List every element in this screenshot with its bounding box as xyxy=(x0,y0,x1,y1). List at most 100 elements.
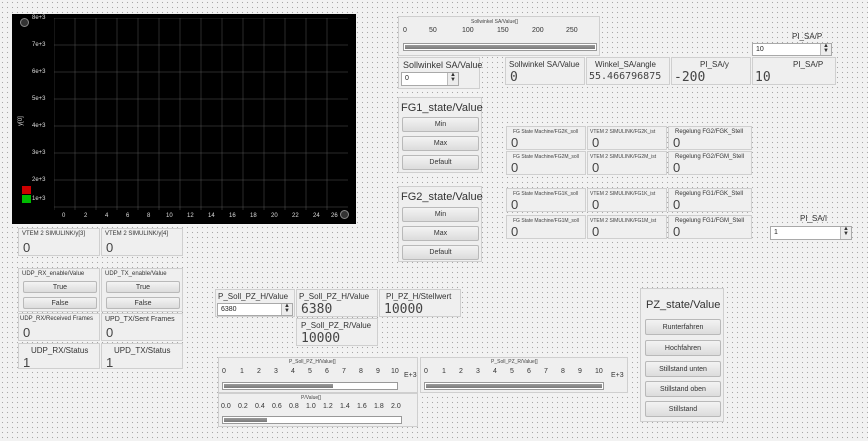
fg2-max-button[interactable]: Max xyxy=(402,226,479,241)
fg2-readout-1: FG State Machine/FG1K_soll 0 xyxy=(506,188,586,212)
readout-label: VTEM 2 SIMULINK/FG1M_ist xyxy=(590,218,657,224)
udp-tx-false-button[interactable]: False xyxy=(106,297,180,309)
x-tick-label: 22 xyxy=(292,213,299,219)
sollwinkel-input[interactable]: 0 ▲ ▼ xyxy=(401,72,459,86)
pi-sai-input-label: PI_SA/I xyxy=(800,214,828,223)
vtem-y3-indicator: VTEM 2 SIMULINK/y[3] 0 xyxy=(18,228,100,256)
psoll-r-label: P_Soll_PZ_R/Value xyxy=(301,321,372,330)
pi-sap-spinner[interactable]: ▲ ▼ xyxy=(820,43,831,55)
pi-sai-spinner[interactable]: ▲ ▼ xyxy=(840,226,851,239)
pi-pz-h-label: PI_PZ_H/Stellwert xyxy=(386,292,452,301)
sollwinkel-spinner[interactable]: ▲ ▼ xyxy=(447,72,458,85)
vtem-y4-value: 0 xyxy=(106,240,114,255)
y-tick-label: 8e+3 xyxy=(32,15,46,21)
psoll-input-label: P_Soll_PZ_H/Value xyxy=(218,292,289,301)
psoll-spinner[interactable]: ▲ ▼ xyxy=(281,303,292,315)
winkel-readout: Winkel_SA/angle 55.466796875 xyxy=(586,57,670,85)
fg1-max-button[interactable]: Max xyxy=(402,136,479,151)
x-tick-label: 4 xyxy=(105,213,109,219)
fg2-state-panel: FG2_state/Value Min Max Default xyxy=(398,186,483,262)
scale-number: 7 xyxy=(544,368,548,375)
x-tick-label: 12 xyxy=(187,213,194,219)
readout-label: FG State Machine/FG1K_soll xyxy=(513,191,579,197)
x-tick-label: 14 xyxy=(208,213,215,219)
x-tick-label: 8 xyxy=(147,213,151,219)
scale-number: 1 xyxy=(442,368,446,375)
pz-state-panel: PZ_state/Value Runterfahren Hochfahren S… xyxy=(640,288,724,422)
vtem-y3-label: VTEM 2 SIMULINK/y[3] xyxy=(22,231,86,237)
p-slider-track[interactable] xyxy=(222,416,402,424)
fg2-default-button[interactable]: Default xyxy=(402,245,479,260)
y-tick-label: 7e+3 xyxy=(32,42,46,48)
sollwinkel-input-panel: Sollwinkel SA/Value 0 ▲ ▼ xyxy=(398,57,482,89)
readout-value: 0 xyxy=(673,197,681,212)
pi-sap-input-value: 10 xyxy=(756,46,764,53)
psoll-input[interactable]: 6380 ▲ ▼ xyxy=(217,303,293,316)
udp-rx-enable-label: UDP_RX_enable/Value xyxy=(22,271,85,277)
graph-settings-icon[interactable] xyxy=(20,18,29,27)
y-tick-label: 4e+3 xyxy=(32,123,46,129)
y-tick-label: 5e+3 xyxy=(32,96,46,102)
pz-hochfahren-button[interactable]: Hochfahren xyxy=(645,340,721,356)
pz-stillstand-button[interactable]: Stillstand xyxy=(645,401,721,417)
udp-rx-false-button[interactable]: False xyxy=(23,297,97,309)
readout-value: 0 xyxy=(511,224,519,239)
pi-sai-input-group: PI_SA/I 1 ▲ ▼ xyxy=(770,214,856,242)
udp-rx-true-button[interactable]: True xyxy=(23,281,97,293)
pi-sai-input[interactable]: 1 ▲ ▼ xyxy=(770,226,852,240)
pi-sai-input-value: 1 xyxy=(774,229,778,236)
fg1-state-panel: FG1_state/Value Min Max Default xyxy=(398,97,483,173)
pz-runterfahren-button[interactable]: Runterfahren xyxy=(645,319,721,335)
graph-panel: 8e+3 7e+3 6e+3 5e+3 4e+3 3e+3 2e+3 1e+3 … xyxy=(12,14,356,224)
psoll-r-slider-title: P_Soll_PZ_R/Value[] xyxy=(491,359,538,365)
sollwinkel-slider-track[interactable] xyxy=(403,43,597,51)
psoll-h-label: P_Soll_PZ_H/Value xyxy=(299,292,370,301)
scale-number: 50 xyxy=(429,27,437,34)
scale-number: 1.2 xyxy=(323,403,333,410)
y-tick-label: 3e+3 xyxy=(32,150,46,156)
psoll-h-readout: P_Soll_PZ_H/Value 6380 xyxy=(296,289,378,317)
fg1-readout-3: Regelung FG2/FGK_Stell 0 xyxy=(668,126,752,150)
fg2-min-button[interactable]: Min xyxy=(402,207,479,222)
scale-number: 0.0 xyxy=(221,403,231,410)
graph-grid xyxy=(54,18,348,210)
readout-label: Regelung FG1/FGM_Stell xyxy=(675,218,745,224)
psoll-r-slider-track[interactable] xyxy=(424,382,604,390)
fg1-default-button[interactable]: Default xyxy=(402,155,479,170)
pi-sap-input[interactable]: 10 ▲ ▼ xyxy=(752,43,832,56)
readout-label: VTEM 2 SIMULINK/FG2K_ist xyxy=(590,129,656,135)
scale-number: 0 xyxy=(424,368,428,375)
scale-number: 4 xyxy=(493,368,497,375)
fg1-min-button[interactable]: Min xyxy=(402,117,479,132)
scale-number: 0 xyxy=(403,27,407,34)
x-tick-label: 20 xyxy=(271,213,278,219)
pisap-readout-value: 10 xyxy=(755,70,771,85)
readout-label: FG State Machine/FG2M_soll xyxy=(513,154,579,160)
scale-number: 8 xyxy=(359,368,363,375)
udp-tx-true-button[interactable]: True xyxy=(106,281,180,293)
scale-number: 1.6 xyxy=(357,403,367,410)
y-tick-label: 6e+3 xyxy=(32,69,46,75)
pz-stillstand-unten-button[interactable]: Stillstand unten xyxy=(645,361,721,377)
x-tick-label: 16 xyxy=(229,213,236,219)
udp-tx-status-label: UPD_TX/Status xyxy=(114,346,171,355)
x-tick-label: 6 xyxy=(126,213,130,219)
fg1-readout-2: VTEM 2 SIMULINK/FG2K_ist 0 xyxy=(587,126,667,150)
scale-number: 200 xyxy=(532,27,544,34)
readout-value: 0 xyxy=(673,135,681,150)
scale-unit: E+3 xyxy=(611,372,624,379)
psoll-h-slider-track[interactable] xyxy=(222,382,398,390)
udp-tx-enable-label: UDP_TX_enable/Value xyxy=(105,271,167,277)
fg1-readout-4: FG State Machine/FG2M_soll 0 xyxy=(506,151,586,175)
graph-zoom-icon[interactable] xyxy=(340,210,349,219)
udp-tx-frames-indicator: UPD_TX/Sent Frames 0 xyxy=(101,313,183,341)
scale-number: 3 xyxy=(274,368,278,375)
sollwinkel-readout-label: Sollwinkel SA/Value xyxy=(509,60,580,69)
pz-stillstand-oben-button[interactable]: Stillstand oben xyxy=(645,381,721,397)
udp-tx-status-indicator: UPD_TX/Status 1 xyxy=(101,343,183,370)
pisap-readout: PI_SA/P 10 xyxy=(752,57,836,85)
udp-rx-enable-panel: UDP_RX_enable/Value True False xyxy=(18,268,100,312)
scale-number: 2.0 xyxy=(391,403,401,410)
fg2-readout-4: FG State Machine/FG1M_soll 0 xyxy=(506,215,586,239)
sollwinkel-readout-value: 0 xyxy=(510,70,518,85)
